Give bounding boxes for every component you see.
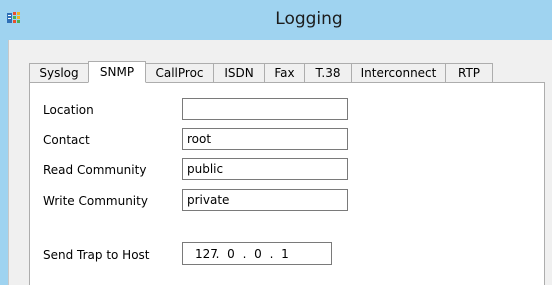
title-bar[interactable]: Logging [0, 0, 552, 40]
contact-label: Contact [43, 133, 90, 147]
tab-label: T.38 [315, 66, 341, 80]
ip-separator: . [242, 246, 247, 261]
trap-host-ip-field[interactable]: 127 . 0 . 0 . 1 [182, 242, 332, 265]
tab-rtp[interactable]: RTP [445, 63, 493, 82]
tab-isdn[interactable]: ISDN [213, 63, 265, 82]
tab-syslog[interactable]: Syslog [29, 63, 89, 82]
read-community-label: Read Community [43, 163, 147, 177]
logging-window: Logging Syslog SNMP CallProc ISDN Fax T.… [0, 0, 552, 285]
trap-host-label: Send Trap to Host [43, 248, 150, 262]
tab-t38[interactable]: T.38 [304, 63, 352, 82]
location-label: Location [43, 103, 94, 117]
write-community-field[interactable]: private [182, 189, 348, 211]
read-community-field[interactable]: public [182, 158, 348, 180]
tab-label: SNMP [99, 65, 135, 79]
ip-separator: . [269, 246, 274, 261]
tab-label: ISDN [224, 66, 254, 80]
tab-label: RTP [457, 66, 481, 80]
ip-octet-3[interactable]: 0 [249, 247, 267, 261]
tab-label: CallProc [155, 66, 204, 80]
tab-strip: Syslog SNMP CallProc ISDN Fax T.38 Inter… [29, 61, 493, 83]
location-field[interactable] [182, 98, 348, 120]
tab-label: Syslog [39, 66, 79, 80]
ip-separator: . [215, 246, 220, 261]
ip-octet-2[interactable]: 0 [222, 247, 240, 261]
ip-octet-1[interactable]: 127 [195, 247, 218, 261]
ip-octet-4[interactable]: 1 [276, 247, 294, 261]
window-title: Logging [275, 9, 343, 29]
dialog-client-area: Syslog SNMP CallProc ISDN Fax T.38 Inter… [8, 40, 552, 285]
write-community-label: Write Community [43, 194, 148, 208]
tab-snmp[interactable]: SNMP [88, 61, 146, 83]
tab-callproc[interactable]: CallProc [145, 63, 214, 82]
tab-label: Fax [274, 66, 295, 80]
tab-fax[interactable]: Fax [264, 63, 305, 82]
tab-interconnect[interactable]: Interconnect [351, 63, 446, 82]
contact-field[interactable]: root [182, 128, 348, 150]
snmp-tab-panel: Location Contact root Read Community pub… [29, 82, 545, 285]
tab-label: Interconnect [360, 66, 437, 80]
